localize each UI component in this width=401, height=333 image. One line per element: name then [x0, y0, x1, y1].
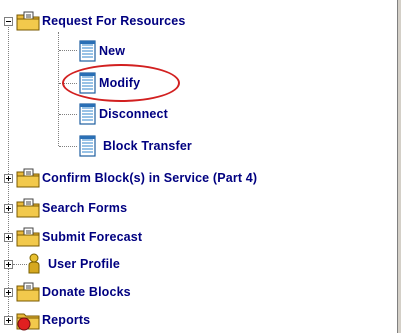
tree-node-label: New [99, 44, 126, 58]
tree-node-new[interactable]: New [79, 39, 125, 63]
tree-node-request-for-resources[interactable]: Request For Resources [16, 9, 185, 33]
tree-node-reports[interactable]: Reports [16, 308, 90, 332]
tree-connector-horizontal [59, 114, 77, 116]
folder-icon [16, 11, 40, 31]
expand-toggle-search-forms[interactable] [4, 204, 13, 213]
folder-icon [16, 227, 40, 247]
document-icon [79, 135, 96, 157]
resource-navigation-tree: Request For Resources New Modify Disconn… [0, 0, 401, 333]
tree-node-search-forms[interactable]: Search Forms [16, 196, 127, 220]
tree-node-modify[interactable]: Modify [79, 71, 140, 95]
tree-node-label: Block Transfer [103, 139, 192, 153]
document-icon [79, 40, 96, 62]
tree-node-label: Request For Resources [42, 14, 186, 28]
tree-node-label: Confirm Block(s) in Service (Part 4) [42, 171, 258, 185]
tree-node-label: Disconnect [99, 107, 168, 121]
user-icon [28, 253, 40, 274]
tree-node-disconnect[interactable]: Disconnect [79, 102, 168, 126]
expand-toggle-donate-blocks[interactable] [4, 288, 13, 297]
reports-icon [16, 313, 40, 331]
tree-node-block-transfer[interactable]: Block Transfer [79, 134, 192, 158]
tree-node-label: Submit Forecast [42, 230, 143, 244]
expand-toggle-user-profile[interactable] [4, 260, 13, 269]
document-icon [79, 103, 96, 125]
expand-toggle-confirm-blocks[interactable] [4, 174, 13, 183]
window-border [397, 0, 401, 333]
tree-node-donate-blocks[interactable]: Donate Blocks [16, 280, 131, 304]
tree-node-user-profile[interactable]: User Profile [26, 252, 120, 276]
tree-connector-horizontal [13, 264, 27, 266]
folder-icon [16, 168, 40, 188]
tree-node-submit-forecast[interactable]: Submit Forecast [16, 225, 142, 249]
tree-connector-horizontal [59, 146, 77, 148]
expand-toggle-reports[interactable] [4, 316, 13, 325]
collapse-toggle-request[interactable] [4, 17, 13, 26]
tree-node-label: Donate Blocks [42, 285, 131, 299]
tree-node-label: Search Forms [42, 201, 128, 215]
tree-node-label: Modify [99, 76, 141, 90]
tree-node-confirm-blocks[interactable]: Confirm Block(s) in Service (Part 4) [16, 166, 257, 190]
folder-icon [16, 198, 40, 218]
tree-node-label: Reports [42, 313, 91, 327]
expand-toggle-submit-forecast[interactable] [4, 233, 13, 242]
tree-connector-horizontal [59, 83, 77, 85]
document-icon [79, 72, 96, 94]
tree-connector-horizontal [59, 50, 77, 52]
folder-icon [16, 282, 40, 302]
tree-node-label: User Profile [48, 257, 120, 271]
